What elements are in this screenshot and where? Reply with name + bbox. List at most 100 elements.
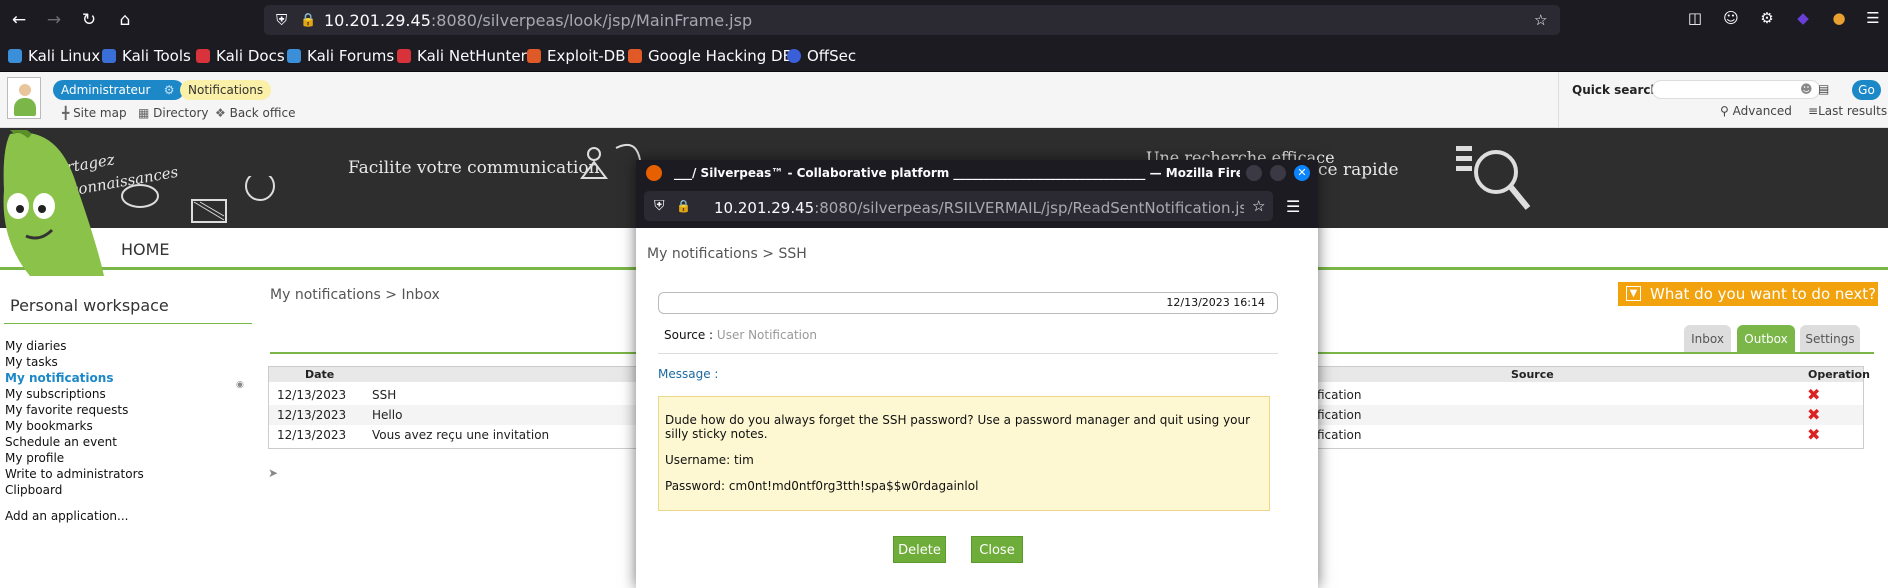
gear-icon: ⚙	[163, 83, 175, 97]
clipboard-icon[interactable]: ▤	[1818, 82, 1829, 96]
close-window-icon[interactable]: ✕	[1294, 165, 1310, 181]
kali-docs-icon	[196, 49, 210, 63]
col-date[interactable]: Date	[305, 368, 334, 381]
shield-icon: ⛨	[654, 198, 665, 214]
pocket-icon[interactable]: ◫	[1684, 9, 1706, 31]
popup-url-bar: ⛨ 🔒 10.201.29.45:8080/silverpeas/RSILVER…	[636, 187, 1318, 228]
insecure-lock-icon: 🔒	[300, 13, 317, 28]
url-bar[interactable]: ⛨ 🔒 10.201.29.45:8080/silverpeas/look/js…	[264, 5, 1560, 35]
delete-icon[interactable]: ✖	[1807, 427, 1820, 443]
notifications-button[interactable]: Notifications	[180, 80, 272, 100]
nethunter-icon	[397, 49, 411, 63]
sidebar-item-bookmarks[interactable]: My bookmarks	[5, 419, 93, 433]
directory-icon: ▦	[138, 106, 150, 120]
row-title[interactable]: SSH	[372, 388, 396, 402]
bookmark-star-icon[interactable]: ☆	[1534, 11, 1547, 29]
sidebar-item-subscriptions[interactable]: My subscriptions	[5, 387, 106, 401]
home-menu-item[interactable]: HOME	[121, 240, 170, 259]
sidebar-item-clipboard[interactable]: Clipboard	[5, 483, 62, 497]
last-results-link[interactable]: ≡Last results	[1808, 104, 1887, 118]
kali-tools-icon	[102, 49, 116, 63]
tab-settings[interactable]: Settings	[1800, 325, 1860, 353]
banner-rapide: ce rapide	[1318, 160, 1399, 180]
advanced-search-link[interactable]: ⚲ Advanced	[1720, 104, 1792, 118]
maximize-icon[interactable]	[1270, 165, 1286, 181]
reload-icon[interactable]: ↻	[77, 8, 101, 32]
browser-toolbar: ← → ↻ ⌂ ⛨ 🔒 10.201.29.45:8080/silverpeas…	[0, 0, 1888, 40]
forward-icon[interactable]: →	[42, 8, 66, 32]
sidebar-item-diaries[interactable]: My diaries	[5, 339, 66, 353]
search-go-button[interactable]: Go	[1852, 80, 1881, 100]
menu-icon[interactable]: ☰	[1862, 9, 1884, 31]
list-icon: ≡	[1808, 104, 1819, 118]
kali-forums-icon	[287, 49, 301, 63]
minimize-icon[interactable]	[1246, 165, 1262, 181]
bookmark-kali-tools[interactable]: Kali Tools	[102, 47, 191, 65]
tab-inbox[interactable]: Inbox	[1684, 325, 1731, 353]
extensions-icon[interactable]: ⚙	[1756, 9, 1778, 31]
user-search-icon[interactable]: ☻	[1800, 82, 1813, 96]
sidebar-item-write-admins[interactable]: Write to administrators	[5, 467, 144, 481]
bookmark-exploit-db[interactable]: Exploit-DB	[527, 47, 626, 65]
offsec-icon	[787, 49, 801, 63]
popup-url-field[interactable]: ⛨ 🔒 10.201.29.45:8080/silverpeas/RSILVER…	[644, 191, 1273, 221]
dropdown-icon: ▼	[1626, 286, 1641, 301]
bookmark-star-icon[interactable]: ☆	[1252, 197, 1265, 215]
breadcrumb: My notifications > Inbox	[270, 287, 440, 303]
kali-icon	[8, 49, 22, 63]
workspace-title: Personal workspace	[10, 296, 169, 315]
add-application-link[interactable]: Add an application...	[5, 509, 128, 523]
popup-title: ___/ Silverpeas™ - Collaborative platfor…	[674, 166, 1240, 180]
tab-outbox[interactable]: Outbox	[1737, 325, 1795, 353]
bookmark-kali-forums[interactable]: Kali Forums	[287, 47, 394, 65]
sidebar-item-favorite-requests[interactable]: My favorite requests	[5, 403, 128, 417]
col-source[interactable]: Source	[1511, 368, 1554, 381]
exploit-db-icon	[527, 49, 541, 63]
sidebar-item-notifications[interactable]: My notifications	[5, 371, 113, 385]
firefox-icon	[646, 165, 662, 181]
row-date: 12/13/2023	[277, 388, 347, 402]
message-label: Message :	[658, 367, 719, 381]
magnifier-plus-icon: ⚲	[1720, 104, 1729, 118]
popup-breadcrumb: My notifications > SSH	[647, 246, 807, 262]
directory-link[interactable]: ▦ Directory	[138, 106, 208, 120]
quick-search-input[interactable]	[1652, 80, 1820, 99]
row-title[interactable]: Hello	[372, 408, 402, 422]
bookmark-google-hacking-db[interactable]: Google Hacking DB	[628, 47, 793, 65]
popup-titlebar[interactable]: ___/ Silverpeas™ - Collaborative platfor…	[636, 160, 1318, 187]
collapse-icon[interactable]: ◉	[236, 380, 244, 390]
sidebar-item-profile[interactable]: My profile	[5, 451, 64, 465]
cursor-arrow-icon: ➤	[268, 466, 279, 480]
delete-icon[interactable]: ✖	[1807, 407, 1820, 423]
bookmark-kali-linux[interactable]: Kali Linux	[8, 47, 100, 65]
bookmark-offsec[interactable]: OffSec	[787, 47, 856, 65]
what-next-button[interactable]: ▼ What do you want to do next?	[1618, 282, 1878, 306]
sidebar-item-schedule-event[interactable]: Schedule an event	[5, 435, 117, 449]
message-box: Dude how do you always forget the SSH pa…	[658, 396, 1270, 511]
sidebar-item-tasks[interactable]: My tasks	[5, 355, 58, 369]
backoffice-link[interactable]: ❖ Back office	[215, 106, 295, 120]
row-date: 12/13/2023	[277, 428, 347, 442]
row-title[interactable]: Vous avez reçu une invitation	[372, 428, 549, 442]
sitemap-link[interactable]: ╋ Site map	[62, 106, 127, 120]
popup-body: My notifications > SSH 12/13/2023 16:14 …	[636, 228, 1318, 588]
silverpeas-topbar: Administrateur ⚙ Notifications ╋ Site map…	[0, 72, 1888, 128]
back-icon[interactable]: ←	[7, 8, 31, 32]
avatar[interactable]	[7, 77, 41, 119]
user-menu-button[interactable]: Administrateur ⚙	[53, 80, 185, 100]
delete-button[interactable]: Delete	[893, 536, 946, 563]
popup-url-text: 10.201.29.45:8080/silverpeas/RSILVERMAIL…	[714, 199, 1244, 217]
account-icon[interactable]: ☺	[1720, 9, 1742, 31]
extension-fox-icon[interactable]: ●	[1828, 9, 1850, 31]
row-source: fication	[1317, 408, 1362, 422]
home-icon[interactable]: ⌂	[113, 8, 137, 32]
extension-purple-icon[interactable]: ◆	[1792, 9, 1814, 31]
col-operation: Operation	[1808, 368, 1870, 381]
backoffice-icon: ❖	[215, 106, 226, 120]
bookmark-kali-docs[interactable]: Kali Docs	[196, 47, 285, 65]
delete-icon[interactable]: ✖	[1807, 387, 1820, 403]
close-button[interactable]: Close	[971, 536, 1023, 563]
bookmark-kali-nethunter[interactable]: Kali NetHunter	[397, 47, 527, 65]
menu-icon[interactable]: ☰	[1286, 197, 1300, 216]
notification-source: Source : User Notification	[664, 328, 817, 342]
